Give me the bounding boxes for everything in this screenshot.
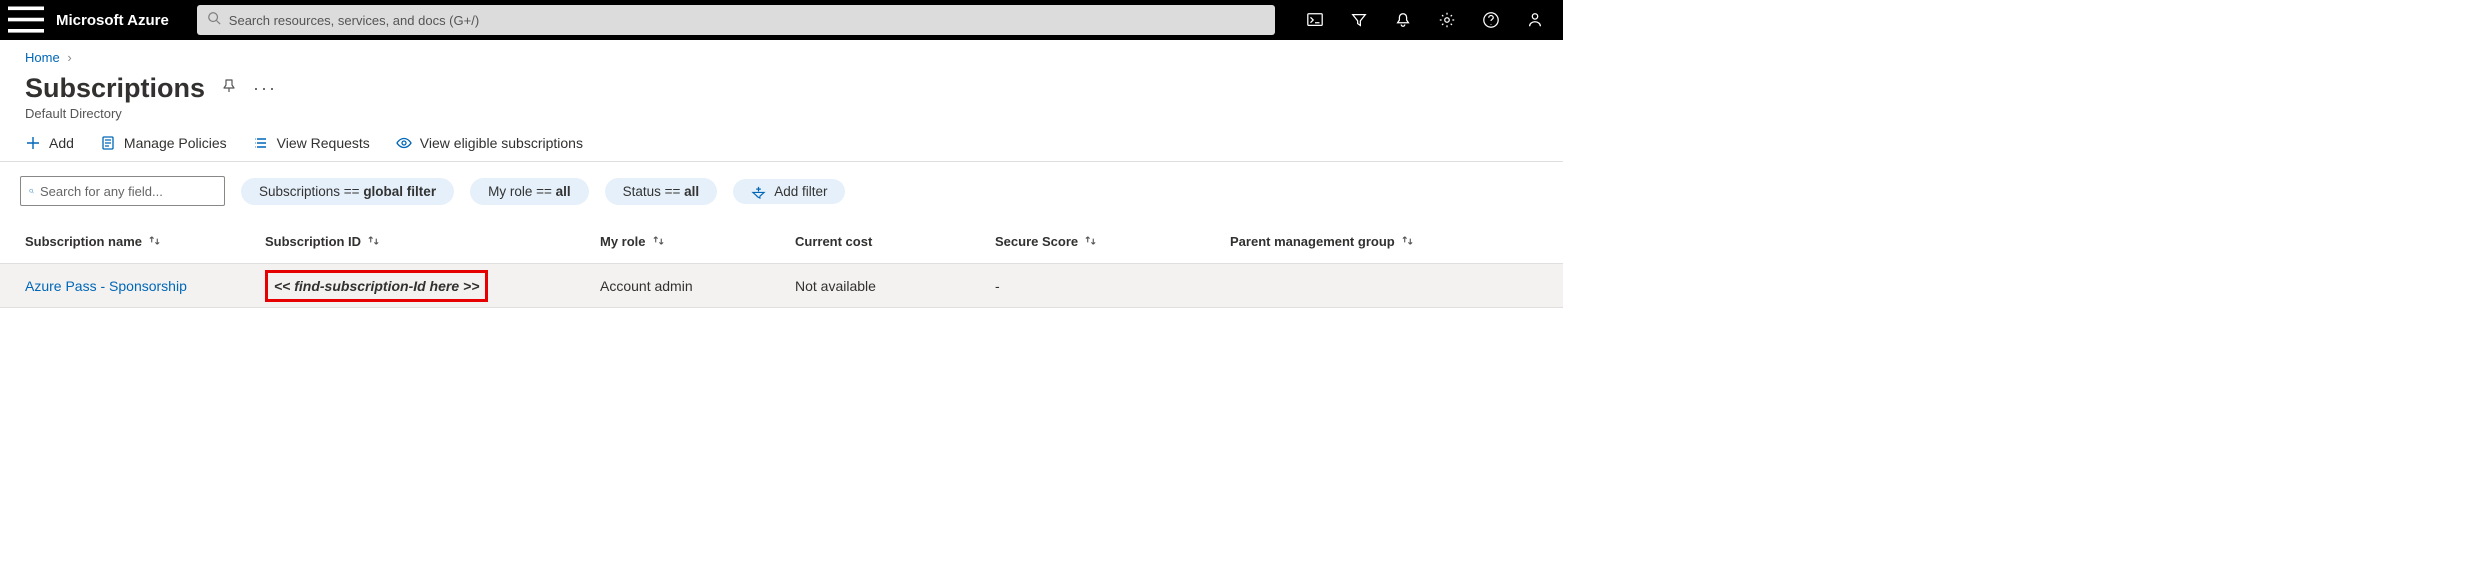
settings-icon[interactable]	[1427, 0, 1467, 40]
col-current-cost[interactable]: Current cost	[795, 234, 995, 249]
toolbar: Add Manage Policies View Requests View e…	[0, 135, 1563, 162]
feedback-icon[interactable]	[1515, 0, 1555, 40]
manage-policies-label: Manage Policies	[124, 135, 227, 151]
add-label: Add	[49, 135, 74, 151]
col-parent-mg[interactable]: Parent management group	[1230, 234, 1538, 250]
cell-secure-score: -	[995, 278, 1230, 294]
page-subtitle: Default Directory	[0, 104, 1563, 135]
filter-plus-icon	[751, 184, 766, 199]
cloud-shell-icon[interactable]	[1295, 0, 1335, 40]
filter-pill-subscriptions[interactable]: Subscriptions == global filter	[241, 178, 454, 205]
more-icon[interactable]: ···	[253, 78, 277, 99]
subscriptions-table: Subscription name Subscription ID My rol…	[0, 220, 1563, 308]
global-search-input[interactable]	[229, 13, 1265, 28]
filter-pill-status[interactable]: Status == all	[605, 178, 718, 205]
view-eligible-label: View eligible subscriptions	[420, 135, 583, 151]
title-row: Subscriptions ···	[0, 69, 1563, 104]
clipboard-icon	[100, 135, 116, 151]
cell-subscription-id: << find-subscription-Id here >>	[265, 270, 600, 302]
view-requests-button[interactable]: View Requests	[253, 135, 370, 151]
sort-icon	[367, 234, 380, 250]
eye-icon	[396, 135, 412, 151]
table-row[interactable]: Azure Pass - Sponsorship << find-subscri…	[0, 264, 1563, 308]
page-title: Subscriptions	[25, 73, 205, 104]
field-search-input[interactable]	[40, 184, 216, 199]
top-icons	[1295, 0, 1555, 40]
chevron-right-icon: ›	[67, 50, 71, 65]
breadcrumb-home[interactable]: Home	[25, 50, 60, 65]
global-search-wrap	[197, 5, 1275, 35]
plus-icon	[25, 135, 41, 151]
list-icon	[253, 135, 269, 151]
col-subscription-name[interactable]: Subscription name	[25, 234, 265, 250]
help-icon[interactable]	[1471, 0, 1511, 40]
hamburger-icon[interactable]	[8, 0, 44, 40]
search-icon	[29, 184, 34, 198]
field-search[interactable]	[20, 176, 225, 206]
view-eligible-button[interactable]: View eligible subscriptions	[396, 135, 583, 151]
add-button[interactable]: Add	[25, 135, 74, 151]
col-secure-score[interactable]: Secure Score	[995, 234, 1230, 250]
sort-icon	[148, 234, 161, 250]
top-bar: Microsoft Azure	[0, 0, 1563, 40]
add-filter-button[interactable]: Add filter	[733, 179, 845, 204]
sort-icon	[652, 234, 665, 250]
table-header: Subscription name Subscription ID My rol…	[0, 220, 1563, 264]
manage-policies-button[interactable]: Manage Policies	[100, 135, 227, 151]
pin-icon[interactable]	[221, 78, 237, 99]
brand-label[interactable]: Microsoft Azure	[56, 12, 169, 29]
global-search[interactable]	[197, 5, 1275, 35]
notifications-icon[interactable]	[1383, 0, 1423, 40]
cell-subscription-name[interactable]: Azure Pass - Sponsorship	[25, 278, 265, 294]
cell-my-role: Account admin	[600, 278, 795, 294]
filter-bar: Subscriptions == global filter My role =…	[0, 162, 1563, 220]
view-requests-label: View Requests	[277, 135, 370, 151]
cell-current-cost: Not available	[795, 278, 995, 294]
sort-icon	[1084, 234, 1097, 250]
col-my-role[interactable]: My role	[600, 234, 795, 250]
breadcrumb: Home ›	[0, 40, 1563, 69]
directory-filter-icon[interactable]	[1339, 0, 1379, 40]
filter-pill-role[interactable]: My role == all	[470, 178, 589, 205]
sort-icon	[1401, 234, 1414, 250]
col-subscription-id[interactable]: Subscription ID	[265, 234, 600, 250]
search-icon	[207, 11, 229, 30]
